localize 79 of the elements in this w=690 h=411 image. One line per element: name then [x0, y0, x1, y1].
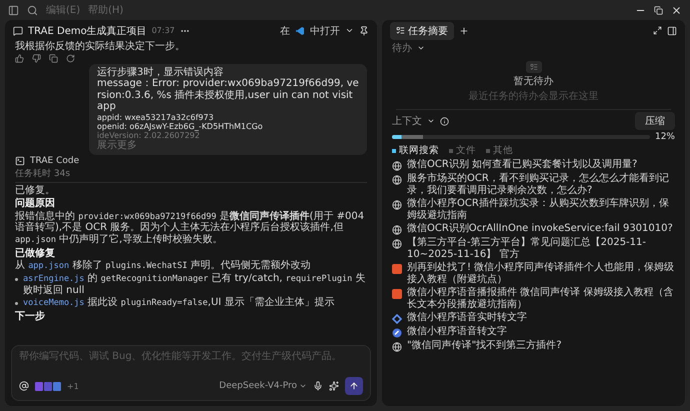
thumbs-up-icon[interactable]: [15, 54, 24, 62]
bullet-dot: [15, 302, 18, 306]
message-line: appid: wxea53217a32c6f973: [97, 112, 215, 122]
globe-icon: [392, 175, 402, 185]
send-button[interactable]: [345, 377, 363, 395]
panel-tab[interactable]: 任务摘要: [390, 22, 454, 40]
empty-title: 暂无待办: [514, 74, 554, 88]
add-tab-icon[interactable]: [459, 26, 469, 36]
globe-icon: [392, 225, 402, 235]
chat-icon: [13, 26, 23, 36]
bullet-text: asrEngine.js 的 getRecognitionManager 已有 try/catch, requirePlugin 失败时返回 null: [23, 272, 366, 296]
globe-icon: [392, 239, 402, 249]
message-line: message：Error: provider:wx069ba97219f66d99, version:0.3.6, %s 插件未授权使用,user uin can not visit app: [97, 78, 359, 112]
empty-hint: 最近任务的待办会显示在这里: [468, 90, 598, 103]
terminal-icon: [15, 156, 25, 166]
caret-icon[interactable]: [427, 117, 435, 125]
source-tab[interactable]: 联网搜索: [392, 144, 439, 157]
chat-time: 07:37: [152, 26, 175, 35]
sidebar-icon: [8, 4, 19, 16]
chat-title: TRAE Demo生成真正项目: [28, 24, 147, 38]
todo-filter[interactable]: 待办: [392, 41, 412, 55]
message-line: openid: o6zAJswY-Ezb6G_-KD5HThM1CGo: [97, 122, 264, 131]
compress-button[interactable]: 压缩: [635, 112, 675, 130]
search-icon: [27, 4, 38, 16]
search-result-link[interactable]: 别再到处找了! 微信小程序同声传译插件个人也能用，保姆级接入教程（附避坑点）: [407, 262, 675, 285]
message-line: ideVersion: 2.02.2607292: [97, 130, 200, 140]
refresh-icon[interactable]: [66, 54, 75, 62]
task-duration: 任务耗时 34s: [15, 168, 72, 180]
info-icon[interactable]: [440, 116, 449, 126]
agent-name: TRAE Code: [30, 156, 80, 166]
copy-icon[interactable]: [49, 54, 58, 62]
task-list-icon: [396, 26, 405, 35]
empty-list-icon: [526, 61, 542, 73]
search-result-link[interactable]: 微信小程序语音转文字: [407, 326, 507, 338]
attachment-thumbnails-icon[interactable]: [35, 382, 61, 390]
reply-paragraph: 从 app.json 移除了 plugins.WechatSI 声明。代码侧无需额外改动: [15, 260, 312, 272]
section-heading: 下一步: [15, 310, 46, 322]
at-sign-icon[interactable]: [19, 381, 29, 391]
model-selector[interactable]: DeepSeek-V4-Pro: [219, 381, 307, 391]
search-result-link[interactable]: 微信小程序语音播报插件 微信同声传译 保姆级接入教程（含长文本分段播放避坑指南）: [407, 287, 675, 310]
search-result-link[interactable]: "微信同声传译"找不到第三方插件?: [407, 340, 562, 352]
attachment-count: +1: [67, 382, 79, 390]
caret-icon: [299, 382, 307, 390]
globe-icon: [392, 200, 402, 210]
open-in-label: 在: [280, 24, 290, 38]
microphone-icon[interactable]: [313, 381, 323, 391]
globe-icon: [392, 161, 402, 171]
restore-icon[interactable]: [654, 6, 663, 14]
thumbs-down-icon[interactable]: [32, 54, 41, 62]
message-line: 运行步骤3时，显示错误内容: [97, 66, 224, 78]
search-result-link[interactable]: 【第三方平台-第三方平台】常见问题汇总【2025-11-10~2025-11-16】 官方: [407, 237, 675, 260]
section-heading: 问题原因: [15, 198, 56, 210]
arrow-up-icon: [349, 381, 359, 391]
caret-icon[interactable]: [417, 44, 425, 52]
source-tab[interactable]: 其他: [486, 144, 513, 157]
search-result-link[interactable]: 服务市场买的OCR，看不到购买记录，怎么怎么才能看到记录，我们要看调用记录剩余次数，怎么办?: [407, 173, 675, 196]
open-in-label: 中打开: [310, 24, 340, 38]
caret-icon[interactable]: [345, 26, 354, 35]
search-result-link[interactable]: 微信小程序OCR插件踩坑实录：从购买次数到车牌识别，保姆级避坑指南: [407, 198, 675, 221]
circle-logo-icon: [392, 328, 402, 338]
assistant-message: 我根据你反馈的实际结果决定下一步。: [15, 41, 186, 52]
search-result-link[interactable]: 微信OCR识别OcrAllInOne invokeService:fail 9301010?: [407, 223, 673, 234]
reply-paragraph: 报错信息中的 provider:wx069ba97219f66d99 是微信同声传译插件(用于 #004 语音转写),不是 OCR 服务。因为个人主体无法在小程序后台授权该插件,但 app.json 中仍声明了它,导致上传时校验失败。: [15, 210, 366, 246]
panel-toggle-icon[interactable]: [667, 26, 677, 36]
bullet-dot: [15, 278, 18, 281]
diamond-icon: [392, 314, 402, 324]
context-usage-reading: 12%: [654, 132, 675, 142]
section-heading: 已做修复: [15, 248, 56, 260]
bullet-text: voiceMemo.js 据此设 pluginReady=false,UI 显示「需企业主体」提示: [23, 297, 334, 309]
search-result-link[interactable]: 微信OCR识别 如何查看已购买套餐计划以及调用量?: [407, 159, 638, 170]
expand-icon[interactable]: [653, 26, 662, 35]
search-result-link[interactable]: 微信小程序语音实时转文字: [407, 312, 527, 324]
close-icon[interactable]: [671, 4, 682, 16]
context-label: 上下文: [392, 114, 422, 128]
source-tab[interactable]: 文件: [449, 144, 476, 157]
reply-paragraph: 已修复。: [15, 184, 56, 196]
sparkle-icon[interactable]: [329, 381, 339, 391]
pin-icon[interactable]: [359, 26, 369, 36]
globe-icon: [392, 342, 402, 352]
